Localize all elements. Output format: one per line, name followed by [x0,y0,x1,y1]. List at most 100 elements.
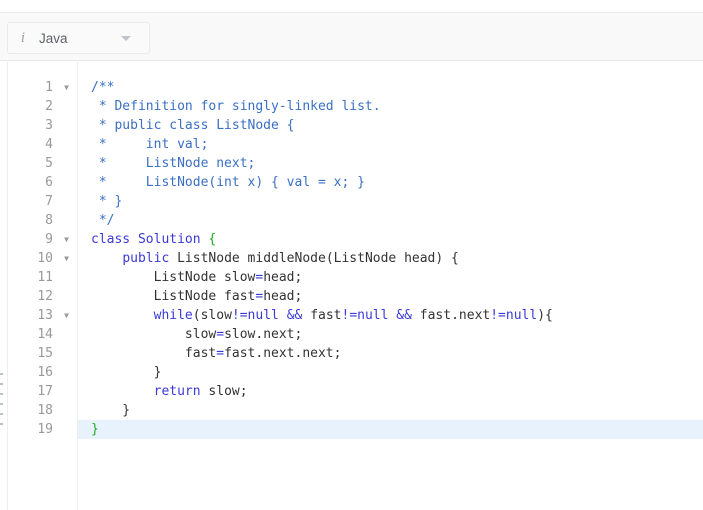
code-line[interactable]: public ListNode middleNode(ListNode head… [78,249,703,268]
line-number: 14 [8,325,77,344]
line-number: 6 [8,173,77,192]
code-line[interactable]: ListNode fast=head; [78,287,703,306]
line-number: 15 [8,344,77,363]
code-token: (slow [192,308,232,323]
code-line[interactable]: slow=slow.next; [78,325,703,344]
code-line[interactable]: class Solution { [78,230,703,249]
code-token: !=null [341,308,389,323]
code-token: * ListNode next; [91,156,256,171]
code-token: = [216,327,225,342]
line-number-text: 18 [37,403,53,418]
code-token: return [153,384,201,399]
code-line[interactable]: * ListNode(int x) { val = x; } [78,173,703,192]
line-number-text: 19 [37,422,53,437]
code-token: slow; [200,384,248,399]
code-token: fast.next.next; [224,346,342,361]
line-number-text: 5 [45,156,53,171]
editor-toolbar: i Java [0,12,703,61]
line-number-text: 16 [37,365,53,380]
line-number: 8 [8,211,77,230]
language-select[interactable]: i Java [7,22,150,54]
code-token: */ [91,213,115,228]
code-token: fast.next [419,308,491,323]
line-number: 5 [8,154,77,173]
code-token: fast [310,308,342,323]
resize-handle[interactable] [0,373,3,425]
code-token: && [278,308,311,323]
fold-toggle-icon[interactable]: ▼ [64,249,69,268]
code-token: = [216,346,225,361]
line-number-text: 6 [45,175,53,190]
code-token: /** [91,80,115,95]
line-number: 7 [8,192,77,211]
line-number-text: 8 [45,213,53,228]
line-number: 2 [8,97,77,116]
fold-toggle-icon[interactable]: ▼ [64,306,69,325]
code-token: { [208,232,217,247]
code-token: * int val; [91,137,209,152]
code-line[interactable]: * } [78,192,703,211]
code-line[interactable]: fast=fast.next.next; [78,344,703,363]
line-number-gutter: 1 ▼ 2 3 4 5 6 7 8 9 ▼ 10 ▼ 11 12 13 ▼ 14 15 16 17 18 19 [8,62,78,510]
fold-toggle-icon[interactable]: ▼ [64,78,69,97]
code-token: public [122,251,170,266]
code-token: fast [91,346,217,361]
line-number: 17 [8,382,77,401]
line-number-text: 10 [37,251,53,266]
code-token: slow.next; [224,327,303,342]
code-line[interactable]: } [78,363,703,382]
info-italic-icon: i [21,30,26,46]
line-number: 11 [8,268,77,287]
code-token: head; [263,289,303,304]
line-number-text: 3 [45,118,53,133]
code-token: !=null [490,308,538,323]
code-line[interactable]: ListNode slow=head; [78,268,703,287]
line-number-text: 9 [45,232,53,247]
code-line[interactable]: * Definition for singly-linked list. [78,97,703,116]
code-token: ListNode slow [91,270,256,285]
code-editor[interactable]: 1 ▼ 2 3 4 5 6 7 8 9 ▼ 10 ▼ 11 12 13 ▼ 14 15 16 17 18 19 /** * … [7,62,703,510]
line-number: 13 ▼ [8,306,77,325]
code-line[interactable]: } [78,401,703,420]
code-token: ListNode fast [91,289,256,304]
line-number-text: 17 [37,384,53,399]
line-number: 16 [8,363,77,382]
code-token: !=null [231,308,279,323]
code-area[interactable]: /** * Definition for singly-linked list.… [78,78,703,439]
line-number: 4 [8,135,77,154]
language-label: Java [39,30,68,46]
line-number: 3 [8,116,77,135]
code-line[interactable]: * ListNode next; [78,154,703,173]
code-token: * ListNode(int x) { val = x; } [91,175,365,190]
code-token: * } [91,194,123,209]
line-number: 9 ▼ [8,230,77,249]
code-token: } [91,403,131,418]
code-token: ){ [537,308,553,323]
code-token: slow [91,327,217,342]
code-token: && [388,308,420,323]
code-line[interactable]: return slow; [78,382,703,401]
code-line[interactable]: while(slow!=null && fast!=null && fast.n… [78,306,703,325]
code-token: * public class ListNode { [91,118,295,133]
line-number-text: 11 [37,270,53,285]
code-line[interactable]: */ [78,211,703,230]
line-number-text: 2 [45,99,53,114]
code-token: head; [263,270,303,285]
fold-toggle-icon[interactable]: ▼ [64,230,69,249]
code-line[interactable]: /** [78,78,703,97]
code-token: * Definition for singly-linked list. [91,99,381,114]
line-number-text: 1 [45,80,53,95]
line-number-text: 4 [45,137,53,152]
line-number-text: 13 [37,308,53,323]
code-token: } [91,422,99,437]
code-token: } [91,365,162,380]
code-line[interactable]: * public class ListNode { [78,116,703,135]
code-token: class Solution [91,232,209,247]
caret-down-icon [121,35,131,41]
code-line[interactable]: } [78,420,703,439]
code-token: ListNode middleNode(ListNode head) { [169,251,459,266]
line-number-text: 15 [37,346,53,361]
code-line[interactable]: * int val; [78,135,703,154]
